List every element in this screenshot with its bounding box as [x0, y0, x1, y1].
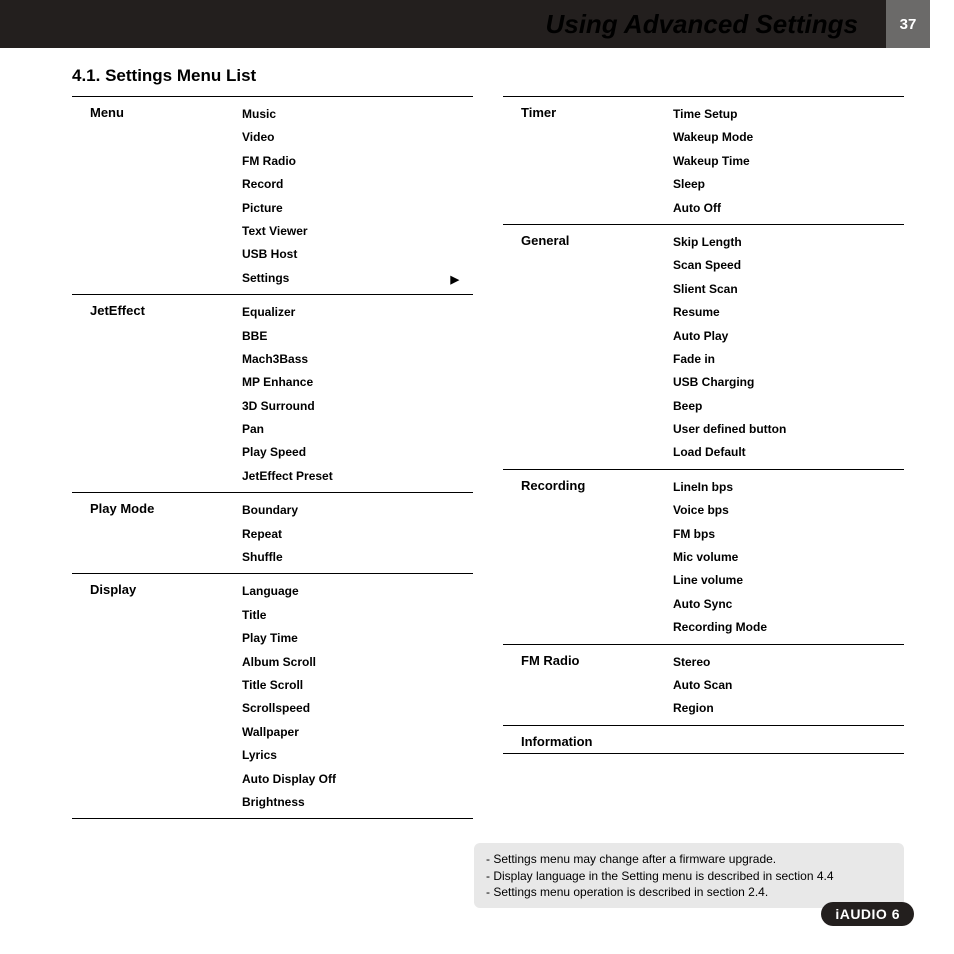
settings-item: Region — [673, 697, 904, 720]
settings-item: Scan Speed — [673, 254, 904, 277]
settings-item: User defined button — [673, 418, 904, 441]
category-label: FM Radio — [503, 651, 673, 721]
category-label: Recording — [503, 476, 673, 640]
settings-group: TimerTime SetupWakeup ModeWakeup TimeSle… — [503, 96, 904, 224]
category-label: Play Mode — [72, 499, 242, 569]
settings-item: Auto Sync — [673, 593, 904, 616]
note-line: - Settings menu operation is described i… — [486, 884, 892, 900]
settings-item: Wakeup Mode — [673, 126, 904, 149]
category-label: JetEffect — [72, 301, 242, 488]
settings-item: FM Radio — [242, 150, 473, 173]
settings-group: FM RadioStereoAuto ScanRegion — [503, 644, 904, 725]
items-list: LineIn bpsVoice bpsFM bpsMic volumeLine … — [673, 476, 904, 640]
settings-item: 3D Surround — [242, 395, 473, 418]
settings-item: LineIn bps — [673, 476, 904, 499]
items-list: LanguageTitlePlay TimeAlbum ScrollTitle … — [242, 580, 473, 814]
settings-item: Mic volume — [673, 546, 904, 569]
settings-item: Play Time — [242, 627, 473, 650]
category-label: Menu — [72, 103, 242, 290]
category-label: Timer — [503, 103, 673, 220]
settings-item: Line volume — [673, 569, 904, 592]
settings-item: Repeat — [242, 523, 473, 546]
settings-item: Music — [242, 103, 473, 126]
settings-column-right: TimerTime SetupWakeup ModeWakeup TimeSle… — [503, 96, 904, 819]
settings-group: RecordingLineIn bpsVoice bpsFM bpsMic vo… — [503, 469, 904, 644]
submenu-arrow-icon: ▶ — [451, 270, 459, 291]
settings-group: GeneralSkip LengthScan SpeedSlient ScanR… — [503, 224, 904, 469]
settings-group: JetEffectEqualizerBBEMach3BassMP Enhance… — [72, 294, 473, 492]
note-line: - Settings menu may change after a firmw… — [486, 851, 892, 867]
category-label: Display — [72, 580, 242, 814]
settings-item: Auto Display Off — [242, 768, 473, 791]
settings-item: Mach3Bass — [242, 348, 473, 371]
settings-item: Wakeup Time — [673, 150, 904, 173]
items-list: Skip LengthScan SpeedSlient ScanResumeAu… — [673, 231, 904, 465]
items-list: StereoAuto ScanRegion — [673, 651, 904, 721]
settings-item: Slient Scan — [673, 278, 904, 301]
settings-item: Boundary — [242, 499, 473, 522]
settings-item: USB Charging — [673, 371, 904, 394]
settings-item: Equalizer — [242, 301, 473, 324]
settings-item: Record — [242, 173, 473, 196]
settings-item: Time Setup — [673, 103, 904, 126]
settings-item: Auto Play — [673, 325, 904, 348]
settings-item: Play Speed — [242, 441, 473, 464]
settings-item: Brightness — [242, 791, 473, 814]
settings-item: Skip Length — [673, 231, 904, 254]
settings-item: Shuffle — [242, 546, 473, 569]
settings-item: Wallpaper — [242, 721, 473, 744]
settings-columns: MenuMusicVideoFM RadioRecordPictureText … — [0, 96, 954, 819]
settings-item: Title — [242, 604, 473, 627]
settings-item: Pan — [242, 418, 473, 441]
items-list: Time SetupWakeup ModeWakeup TimeSleepAut… — [673, 103, 904, 220]
settings-item: Picture — [242, 197, 473, 220]
items-list — [673, 732, 904, 749]
settings-item: Voice bps — [673, 499, 904, 522]
settings-item: Fade in — [673, 348, 904, 371]
settings-group: Play ModeBoundaryRepeatShuffle — [72, 492, 473, 573]
settings-item: Lyrics — [242, 744, 473, 767]
page-header: Using Advanced Settings 37 — [0, 0, 954, 48]
settings-group: MenuMusicVideoFM RadioRecordPictureText … — [72, 96, 473, 294]
settings-group: Information — [503, 725, 904, 754]
settings-item: Stereo — [673, 651, 904, 674]
settings-item: Scrollspeed — [242, 697, 473, 720]
page-number: 37 — [886, 0, 930, 48]
category-label: General — [503, 231, 673, 465]
section-title: 4.1. Settings Menu List — [72, 66, 954, 86]
items-list: BoundaryRepeatShuffle — [242, 499, 473, 569]
settings-item: Load Default — [673, 441, 904, 464]
items-list: MusicVideoFM RadioRecordPictureText View… — [242, 103, 473, 290]
settings-item: BBE — [242, 325, 473, 348]
category-label: Information — [503, 732, 673, 749]
settings-item: Beep — [673, 395, 904, 418]
settings-item: MP Enhance — [242, 371, 473, 394]
note-line: - Display language in the Setting menu i… — [486, 868, 892, 884]
settings-item: Settings▶ — [242, 267, 473, 290]
settings-item: Video — [242, 126, 473, 149]
settings-item: JetEffect Preset — [242, 465, 473, 488]
items-list: EqualizerBBEMach3BassMP Enhance3D Surrou… — [242, 301, 473, 488]
settings-item: Text Viewer — [242, 220, 473, 243]
header-title: Using Advanced Settings — [545, 9, 858, 40]
settings-column-left: MenuMusicVideoFM RadioRecordPictureText … — [72, 96, 473, 819]
header-bar: Using Advanced Settings — [0, 0, 886, 48]
settings-item: Resume — [673, 301, 904, 324]
settings-item: FM bps — [673, 523, 904, 546]
settings-item: Auto Off — [673, 197, 904, 220]
settings-item: Sleep — [673, 173, 904, 196]
footer-badge: iAUDIO 6 — [821, 902, 914, 926]
settings-item: USB Host — [242, 243, 473, 266]
settings-item: Recording Mode — [673, 616, 904, 639]
settings-item: Language — [242, 580, 473, 603]
settings-group: DisplayLanguageTitlePlay TimeAlbum Scrol… — [72, 573, 473, 819]
settings-item: Title Scroll — [242, 674, 473, 697]
settings-item: Album Scroll — [242, 651, 473, 674]
settings-item: Auto Scan — [673, 674, 904, 697]
notes-box: - Settings menu may change after a firmw… — [474, 843, 904, 908]
